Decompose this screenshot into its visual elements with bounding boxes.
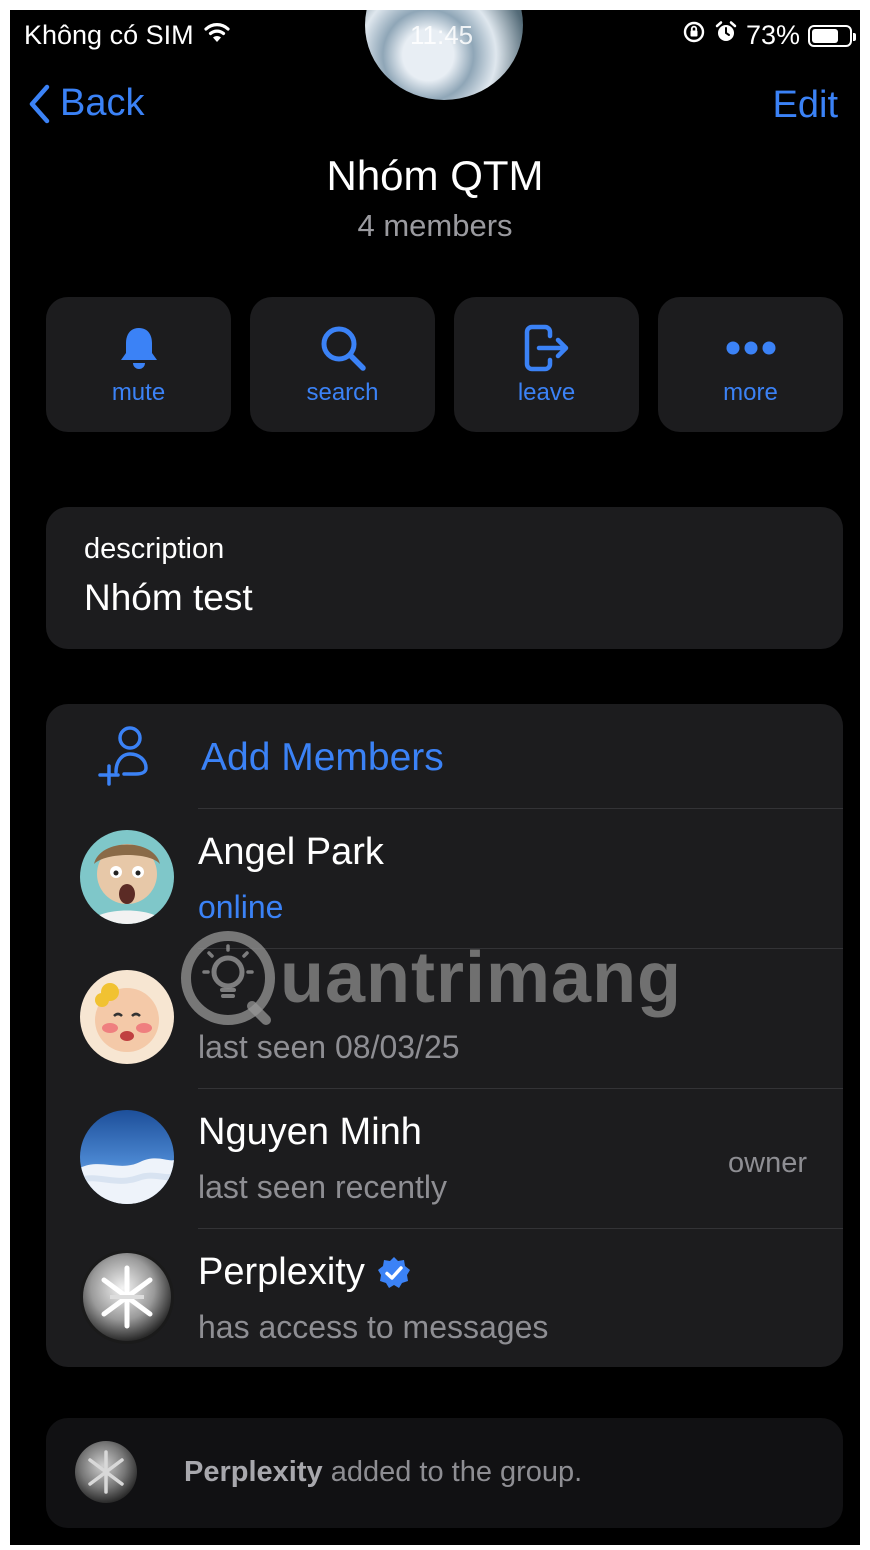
bell-icon — [117, 323, 161, 373]
status-time: 11:45 — [410, 20, 474, 50]
status-bar-right: 73% — [682, 20, 856, 51]
avatar — [74, 1440, 138, 1504]
more-button[interactable]: more — [658, 297, 843, 432]
service-message-text: Perplexity added to the group. — [184, 1456, 582, 1489]
member-name: Angel Park — [198, 831, 384, 873]
back-button[interactable]: Back — [28, 82, 144, 125]
wifi-icon — [202, 20, 232, 51]
leave-icon — [522, 323, 572, 373]
member-role-badge: owner — [728, 1147, 807, 1179]
battery-icon — [808, 24, 856, 47]
search-icon — [318, 323, 368, 373]
edit-button[interactable]: Edit — [773, 84, 838, 127]
status-bar-left: Không có SIM — [24, 20, 232, 51]
carrier-label: Không có SIM — [24, 20, 194, 50]
member-status: has access to messages — [198, 1309, 549, 1345]
avatar — [80, 970, 174, 1064]
member-row-nguyen-minh[interactable]: Nguyen Minh last seen recently owner — [46, 1089, 843, 1228]
avatar — [80, 830, 174, 924]
member-status: online — [198, 889, 284, 925]
description-label: description — [84, 533, 225, 565]
member-name-row: Perplexity — [198, 1251, 411, 1294]
member-status: last seen recently — [198, 1169, 448, 1205]
mute-label: mute — [111, 378, 166, 406]
members-count: 4 members — [357, 208, 513, 243]
members-card: Add Members Angel Park online last seen … — [46, 704, 843, 1367]
add-user-icon — [96, 724, 156, 791]
description-card[interactable]: description Nhóm test — [46, 507, 843, 649]
action-bar: mute search leave more — [46, 297, 843, 432]
member-status: last seen 08/03/25 — [198, 1029, 460, 1065]
mute-button[interactable]: mute — [46, 297, 231, 432]
group-info-screen: Không có SIM 11:45 73% Back Edit Nhóm QT… — [10, 10, 860, 1545]
search-button[interactable]: search — [250, 297, 435, 432]
add-members-button[interactable]: Add Members — [46, 704, 843, 809]
avatar — [80, 1110, 174, 1204]
add-members-label: Add Members — [201, 736, 444, 779]
avatar — [80, 1250, 174, 1344]
search-label: search — [306, 378, 379, 406]
chevron-left-icon — [29, 84, 50, 123]
member-row-hidden-name[interactable]: last seen 08/03/25 — [46, 949, 843, 1088]
rotation-lock-icon — [682, 20, 706, 51]
member-row-perplexity[interactable]: Perplexity has access to messages — [46, 1229, 843, 1367]
alarm-icon — [714, 20, 738, 51]
member-name: Perplexity — [198, 1251, 365, 1293]
back-label: Back — [60, 82, 145, 124]
service-message-actor: Perplexity — [184, 1456, 323, 1488]
verified-badge-icon — [377, 1256, 410, 1288]
member-name: Nguyen Minh — [198, 1111, 422, 1153]
member-row-angel-park[interactable]: Angel Park online — [46, 809, 843, 948]
service-message-body: added to the group. — [322, 1456, 583, 1488]
more-icon — [725, 323, 777, 373]
group-name: Nhóm QTM — [326, 152, 544, 199]
more-label: more — [723, 378, 778, 406]
leave-button[interactable]: leave — [454, 297, 639, 432]
leave-label: leave — [517, 378, 576, 406]
service-message: Perplexity added to the group. — [46, 1418, 843, 1528]
battery-percent: 73% — [745, 20, 800, 50]
description-value: Nhóm test — [84, 577, 253, 618]
